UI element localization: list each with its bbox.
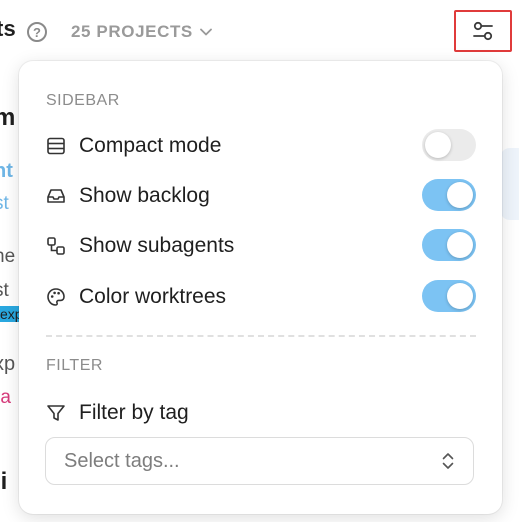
compact-mode-toggle[interactable]	[422, 129, 476, 161]
show-backlog-toggle[interactable]	[422, 179, 476, 211]
chevron-up-down-icon	[442, 453, 454, 469]
color-worktrees-toggle[interactable]	[422, 280, 476, 312]
color-worktrees-label: Color worktrees	[79, 285, 227, 308]
compact-mode-option[interactable]: Compact mode	[46, 129, 476, 163]
toggle-knob	[447, 182, 473, 208]
section-divider	[46, 335, 476, 337]
background-item-tag-2: ra	[0, 387, 11, 408]
background-heading-2: li	[0, 468, 8, 495]
filter-by-tag-label: Filter by tag	[79, 401, 189, 424]
projects-dropdown-label: 25 PROJECTS	[71, 22, 193, 41]
chevron-down-icon	[199, 28, 212, 36]
toggle-knob	[447, 283, 473, 309]
background-project-name: nt	[0, 160, 13, 182]
projects-dropdown[interactable]: 25 PROJECTS	[71, 22, 212, 42]
show-subagents-toggle[interactable]	[422, 229, 476, 261]
background-item-title: ne	[0, 246, 16, 267]
background-project-status: st	[0, 193, 9, 214]
background-item-title-2: xp	[0, 353, 16, 375]
compact-mode-label: Compact mode	[79, 134, 222, 157]
toggle-knob	[447, 232, 473, 258]
color-worktrees-option[interactable]: Color worktrees	[46, 280, 476, 314]
palette-icon	[47, 288, 65, 306]
show-backlog-option[interactable]: Show backlog	[46, 179, 476, 213]
subagents-icon	[47, 237, 65, 255]
background-item-status: st	[0, 280, 9, 301]
rows-icon	[47, 137, 65, 155]
page-title: ts	[0, 16, 16, 41]
show-backlog-label: Show backlog	[79, 184, 210, 207]
display-settings-panel: SIDEBAR Compact mode Show backlog Show s…	[19, 61, 502, 514]
sidebar-section-label: SIDEBAR	[46, 92, 120, 109]
filter-by-tag-row: Filter by tag	[46, 397, 189, 429]
help-icon[interactable]: ?	[27, 22, 47, 42]
top-bar: ts ? 25 PROJECTS	[0, 0, 519, 62]
display-settings-button[interactable]	[454, 10, 512, 52]
inbox-icon	[47, 189, 65, 203]
sliders-icon	[473, 21, 493, 41]
show-subagents-label: Show subagents	[79, 234, 235, 257]
toggle-knob	[425, 132, 451, 158]
tag-select-placeholder: Select tags...	[64, 449, 180, 472]
filter-section-label: FILTER	[46, 357, 103, 374]
show-subagents-option[interactable]: Show subagents	[46, 229, 476, 263]
filter-icon	[47, 405, 65, 421]
tag-select[interactable]: Select tags...	[45, 437, 474, 485]
background-heading: m	[0, 104, 16, 131]
background-card	[500, 148, 519, 220]
